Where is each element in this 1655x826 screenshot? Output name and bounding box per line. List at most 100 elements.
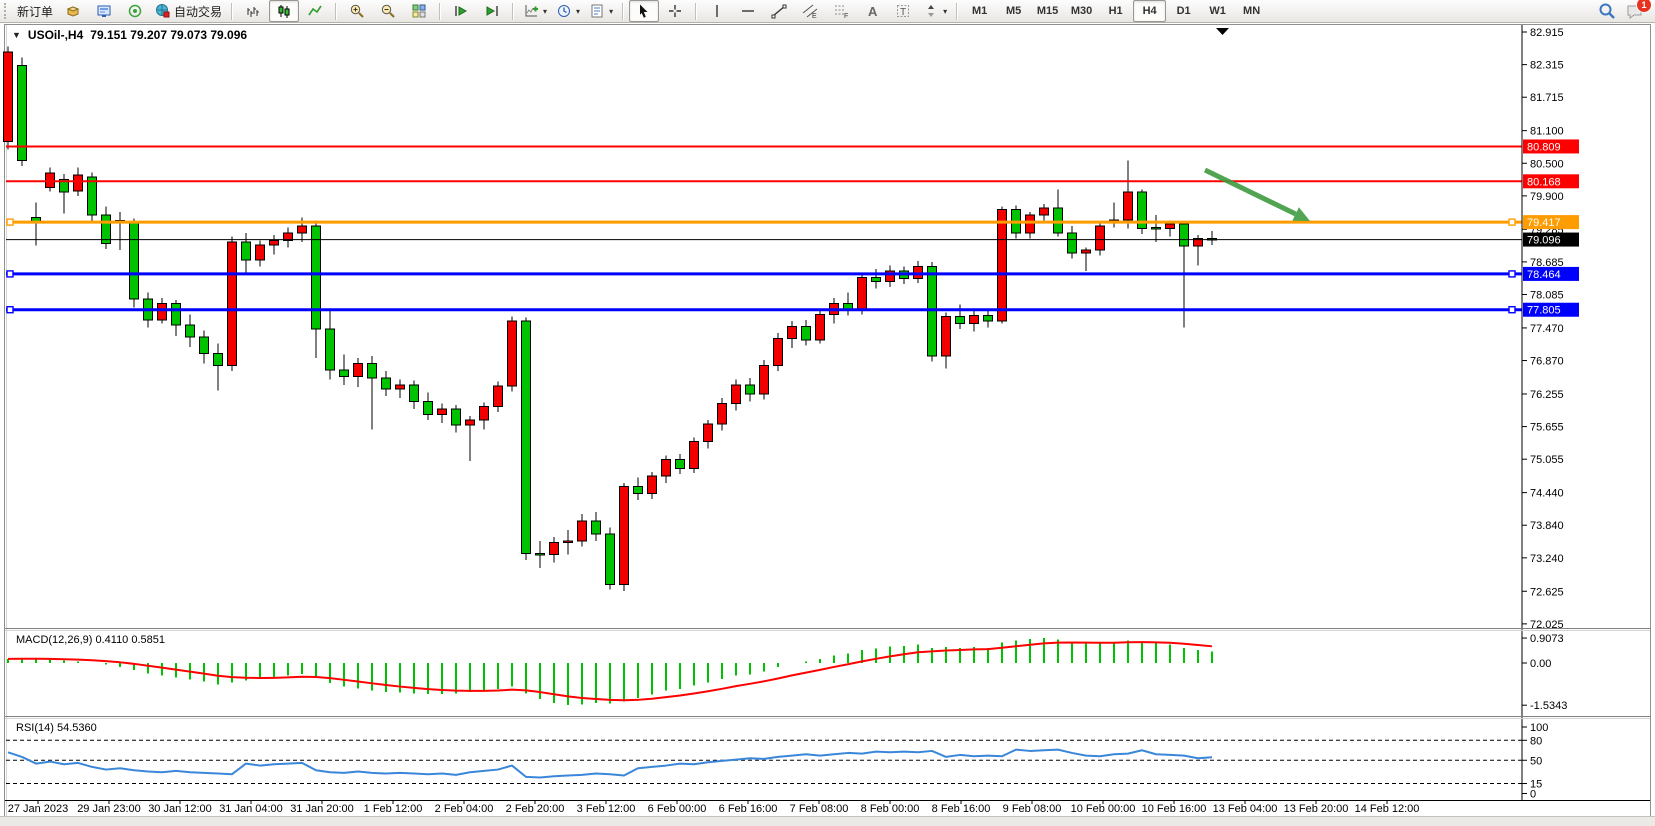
text-tool-button[interactable]: A — [857, 0, 887, 22]
bear-candle — [88, 177, 97, 215]
price-tag-label: 79.417 — [1527, 217, 1561, 229]
tile-windows-button[interactable] — [404, 0, 434, 22]
timeframe-mn-button[interactable]: MN — [1235, 0, 1268, 22]
bull-candle — [228, 242, 237, 365]
bull-candle — [298, 226, 307, 233]
equidistant-channel-tool-button[interactable]: E — [795, 0, 825, 22]
crosshair-tool-button[interactable] — [660, 0, 690, 22]
line-handle[interactable] — [1509, 271, 1515, 277]
timeframe-m15-button[interactable]: M15 — [1031, 0, 1064, 22]
dropdown-arrow-icon[interactable]: ▾ — [609, 7, 613, 16]
horizontal-line-tool-button[interactable] — [733, 0, 763, 22]
zoom-out-button[interactable] — [373, 0, 403, 22]
rsi-tick-label: 100 — [1530, 722, 1548, 734]
textT-icon: T — [895, 3, 911, 19]
bull-candle — [760, 365, 769, 394]
line-handle[interactable] — [7, 271, 13, 277]
bear-candle — [634, 487, 643, 494]
cursor-tool-button[interactable] — [629, 0, 659, 22]
time-tick-label: 13 Feb 04:00 — [1213, 803, 1278, 815]
line-handle[interactable] — [7, 307, 13, 313]
bar-chart-mode-button[interactable] — [238, 0, 268, 22]
bull-candle — [158, 303, 167, 319]
hline-icon — [740, 3, 756, 19]
price-tick-label: 82.915 — [1530, 27, 1564, 39]
timeframe-h4-button[interactable]: H4 — [1133, 0, 1166, 22]
mt4-terminal: 新订单 自动交易 ▾ ▾ ▾ E F A T ▾ M1 M5 M15M30H1H4D1W1MN 1 82.… — [0, 0, 1655, 826]
timeframe-d1-button[interactable]: D1 — [1167, 0, 1200, 22]
bear-candle — [130, 223, 139, 299]
indicators-button[interactable]: ▾ — [519, 0, 551, 22]
svg-text:T: T — [900, 7, 906, 18]
bull-candle — [494, 386, 503, 407]
dropdown-arrow-icon[interactable]: ▾ — [943, 7, 947, 16]
search-button[interactable] — [1598, 2, 1616, 20]
vertical-line-tool-button[interactable] — [702, 0, 732, 22]
toolbar-separator — [695, 3, 697, 20]
trendline-tool-button[interactable] — [764, 0, 794, 22]
line-chart-mode-button[interactable] — [300, 0, 330, 22]
auto-trading-button[interactable]: 自动交易 — [151, 0, 226, 22]
dropdown-arrow-icon[interactable]: ▾ — [576, 7, 580, 16]
new-order-button[interactable]: 新订单 — [13, 0, 57, 22]
toolbar-separator — [956, 3, 958, 20]
macd-tick-label: 0.00 — [1530, 658, 1551, 670]
line-handle[interactable] — [1509, 219, 1515, 225]
bear-candle — [312, 226, 321, 329]
status-bar — [0, 816, 1655, 826]
market-watch-button[interactable] — [58, 0, 88, 22]
timeframe-m1-button[interactable]: M1 — [963, 0, 996, 22]
line-handle[interactable] — [7, 219, 13, 225]
bear-candle — [242, 242, 251, 260]
arrows-tool-button[interactable]: ▾ — [919, 0, 951, 22]
bear-candle — [802, 326, 811, 340]
autotrade-icon — [155, 3, 171, 19]
toolbar-separator — [335, 3, 337, 20]
channel-icon: E — [802, 3, 818, 19]
dropdown-arrow-icon[interactable]: ▾ — [543, 7, 547, 16]
svg-text:F: F — [844, 13, 848, 19]
bull-candle — [774, 338, 783, 365]
auto-scroll-button[interactable] — [446, 0, 476, 22]
fibonacci-tool-button[interactable]: F — [826, 0, 856, 22]
time-tick-label: 2 Feb 20:00 — [506, 803, 565, 815]
line-handle[interactable] — [1509, 307, 1515, 313]
timeframe-m5-button[interactable]: M5 — [997, 0, 1030, 22]
bull-candle — [4, 52, 13, 142]
textA-icon: A — [864, 3, 880, 19]
time-tick-label: 30 Jan 12:00 — [148, 803, 212, 815]
chart-shift-button[interactable] — [477, 0, 507, 22]
bull-candle — [1096, 226, 1105, 250]
price-tick-label: 81.715 — [1530, 92, 1564, 104]
timeframe-w1-button[interactable]: W1 — [1201, 0, 1234, 22]
timeframe-m1-button-label: M1 — [972, 5, 987, 17]
bull-candle — [788, 326, 797, 338]
timeframe-m30-button[interactable]: M30 — [1065, 0, 1098, 22]
search-icon — [1598, 2, 1616, 20]
periods-button[interactable]: ▾ — [552, 0, 584, 22]
navigator-button[interactable] — [120, 0, 150, 22]
candlestick-mode-button[interactable] — [269, 0, 299, 22]
clock-icon — [556, 3, 572, 19]
price-tick-label: 82.315 — [1530, 60, 1564, 72]
timeframe-m5-button-label: M5 — [1006, 5, 1021, 17]
templates-button[interactable]: ▾ — [585, 0, 617, 22]
notifications-button[interactable]: 1 — [1626, 2, 1644, 20]
text-label-tool-button[interactable]: T — [888, 0, 918, 22]
zoom-in-icon — [349, 3, 365, 19]
bull-candle — [74, 175, 83, 191]
time-tick-label: 31 Jan 04:00 — [219, 803, 283, 815]
indicators-icon — [523, 3, 539, 19]
zoom-out-icon — [380, 3, 396, 19]
timeframe-h1-button[interactable]: H1 — [1099, 0, 1132, 22]
data-window-button[interactable] — [89, 0, 119, 22]
vline-icon — [709, 3, 725, 19]
shapes-icon — [923, 3, 939, 19]
zoom-in-button[interactable] — [342, 0, 372, 22]
price-tick-label: 75.055 — [1530, 454, 1564, 466]
price-tag-label: 79.096 — [1527, 235, 1561, 247]
bear-candle — [410, 385, 419, 401]
bull-candle — [1124, 192, 1133, 220]
time-tick-label: 27 Jan 2023 — [8, 803, 69, 815]
price-tick-label: 81.100 — [1530, 126, 1564, 138]
